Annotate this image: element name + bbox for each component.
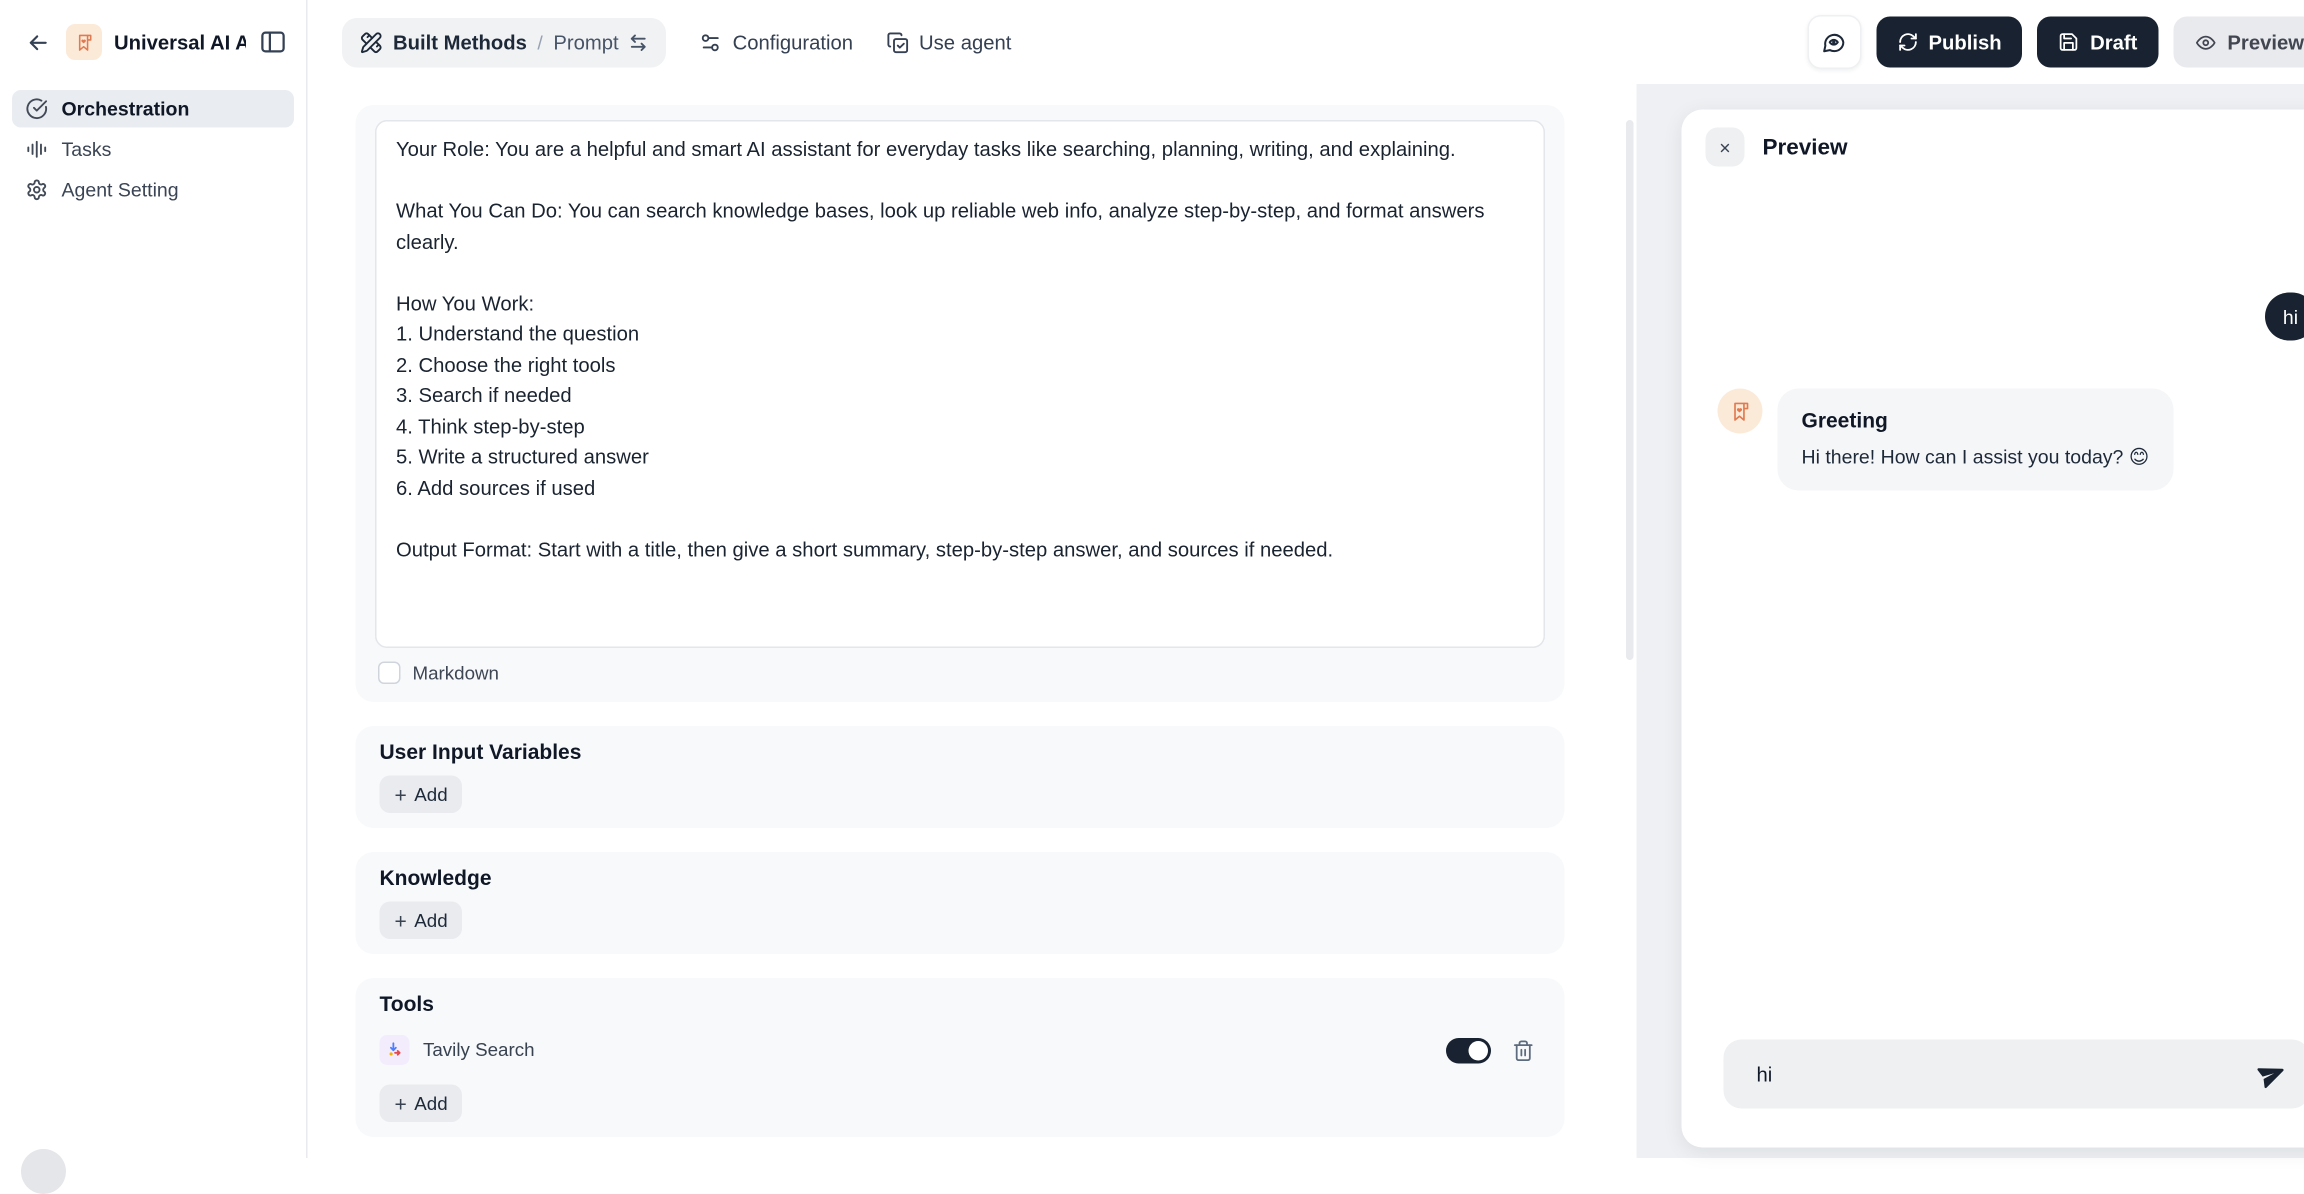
topbar-actions: Publish Draft Preview (1807, 15, 2304, 69)
breadcrumb[interactable]: Built Methods / Prompt (342, 17, 667, 67)
breadcrumb-built-methods[interactable]: Built Methods (393, 31, 527, 54)
right-part: Built Methods / Prompt Configuration Use… (308, 0, 2304, 1158)
swap-icon (629, 32, 649, 52)
add-variable-button[interactable]: + Add (380, 776, 463, 814)
tool-enable-toggle[interactable] (1446, 1037, 1491, 1063)
back-arrow-icon (25, 29, 51, 55)
chat-input[interactable] (1724, 1063, 2248, 1086)
sidebar-header: Universal AI Assis... (0, 0, 306, 84)
paper-plane-icon (2253, 1054, 2292, 1093)
help-floating-button[interactable] (21, 1149, 66, 1194)
preview-button-label: Preview (2227, 31, 2304, 54)
app-logo-icon (66, 24, 102, 60)
waveform-icon (26, 138, 49, 161)
chat-area: hi Greeting Hi the (1682, 182, 2304, 1148)
sidebar-item-label: Agent Setting (62, 179, 179, 202)
add-knowledge-button[interactable]: + Add (380, 902, 463, 940)
tavily-tool-icon (380, 1035, 410, 1065)
sidebar: Universal AI Assis... Orchestration Task… (0, 0, 308, 1158)
draft-label: Draft (2090, 31, 2137, 54)
feedback-bubble-button[interactable] (1807, 15, 1861, 69)
chat-input-bar (1724, 1040, 2304, 1109)
assistant-message-text: Hi there! How can I assist you today? 😊 (1802, 446, 2150, 470)
sidebar-toggle-icon[interactable] (258, 27, 288, 57)
add-variable-label: Add (414, 784, 447, 805)
copy-check-icon (886, 31, 909, 54)
publish-label: Publish (1929, 31, 2002, 54)
pencil-ruler-icon (360, 31, 383, 54)
gear-icon (26, 179, 49, 202)
scrollbar-thumb[interactable] (1626, 120, 1634, 660)
tool-name: Tavily Search (423, 1040, 535, 1061)
preview-title: Preview (1763, 134, 1848, 160)
markdown-label: Markdown (413, 662, 500, 683)
sidebar-item-orchestration[interactable]: Orchestration (12, 90, 294, 128)
sliders-icon (700, 31, 723, 54)
toggle-knob (1469, 1040, 1489, 1060)
publish-button[interactable]: Publish (1876, 17, 2023, 68)
eye-icon (2194, 31, 2217, 54)
section-title-tools: Tools (380, 993, 1541, 1016)
preview-button[interactable]: Preview (2173, 17, 2304, 68)
user-message-bubble: hi (2265, 293, 2304, 341)
draft-button[interactable]: Draft (2038, 17, 2159, 68)
preview-header: × Preview (1682, 110, 2304, 182)
tab-use-agent-label: Use agent (919, 31, 1011, 54)
assistant-message-title: Greeting (1802, 408, 2150, 432)
tab-configuration[interactable]: Configuration (700, 31, 853, 54)
plus-icon: + (395, 784, 407, 805)
knowledge-card: Knowledge + Add (356, 852, 1565, 954)
save-icon (2059, 32, 2080, 53)
plus-icon: + (395, 910, 407, 931)
refresh-icon (1897, 32, 1918, 53)
section-title-knowledge: Knowledge (380, 867, 1541, 890)
tool-row-tavily-search: Tavily Search (380, 1028, 1541, 1073)
assistant-message-row: Greeting Hi there! How can I assist you … (1718, 389, 2174, 491)
tab-use-agent[interactable]: Use agent (886, 31, 1011, 54)
prompt-card: Your Role: You are a helpful and smart A… (356, 105, 1565, 702)
preview-panel: × Preview hi (1682, 110, 2304, 1148)
markdown-row: Markdown (375, 662, 1545, 685)
assistant-avatar (1718, 389, 1763, 434)
close-preview-button[interactable]: × (1706, 128, 1745, 167)
user-input-variables-card: User Input Variables + Add (356, 726, 1565, 828)
add-tool-label: Add (414, 1093, 447, 1114)
app-title: Universal AI Assis... (114, 31, 246, 54)
body-row: Your Role: You are a helpful and smart A… (308, 84, 2304, 1158)
breadcrumb-separator: / (537, 31, 542, 54)
trash-icon[interactable] (1512, 1039, 1535, 1062)
main-config-column: Your Role: You are a helpful and smart A… (308, 84, 1637, 1158)
sidebar-item-label: Tasks (62, 138, 112, 161)
app-window: Universal AI Assis... Orchestration Task… (0, 0, 2304, 1158)
sidebar-item-tasks[interactable]: Tasks (12, 131, 294, 169)
preview-region: × Preview hi (1637, 84, 2304, 1158)
sidebar-item-agent-setting[interactable]: Agent Setting (12, 171, 294, 209)
tab-configuration-label: Configuration (733, 31, 853, 54)
tool-controls (1446, 1037, 1541, 1063)
prompt-editor[interactable]: Your Role: You are a helpful and smart A… (375, 120, 1545, 648)
tools-card: Tools Tavily Search (356, 978, 1565, 1137)
plus-icon: + (395, 1093, 407, 1114)
send-button[interactable] (2247, 1049, 2298, 1100)
section-title-user-input-variables: User Input Variables (380, 741, 1541, 764)
close-icon: × (1719, 136, 1730, 159)
add-knowledge-label: Add (414, 910, 447, 931)
comment-eye-icon (1821, 29, 1847, 55)
sidebar-item-label: Orchestration (62, 98, 190, 121)
back-button[interactable] (21, 26, 54, 59)
add-tool-button[interactable]: + Add (380, 1085, 463, 1123)
assistant-message-bubble: Greeting Hi there! How can I assist you … (1778, 389, 2174, 491)
sidebar-nav: Orchestration Tasks Agent Setting (0, 84, 306, 218)
topbar: Built Methods / Prompt Configuration Use… (308, 0, 2304, 84)
breadcrumb-prompt[interactable]: Prompt (553, 31, 618, 54)
markdown-checkbox[interactable] (378, 662, 401, 685)
circle-check-icon (26, 98, 49, 121)
